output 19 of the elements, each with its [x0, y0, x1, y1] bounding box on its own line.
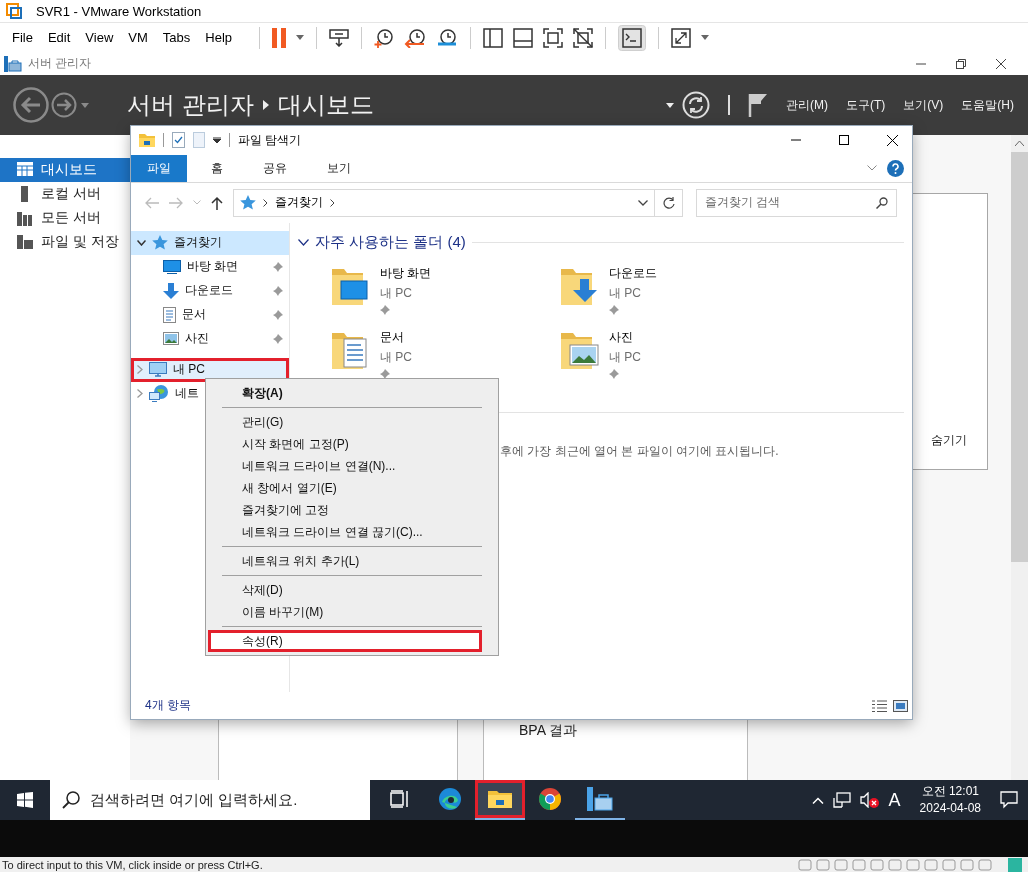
clock-date: 2024-04-08 — [919, 800, 981, 817]
folder-location: 내 PC — [380, 348, 412, 366]
empty-recent-message: 후에 가장 최근에 열어 본 파일이 여기에 표시됩니다. — [500, 442, 779, 460]
folder-location: 내 PC — [609, 284, 642, 302]
folder-name: 바탕 화면 — [380, 264, 432, 282]
folder-location: 내 PC — [380, 284, 413, 302]
folder-location: 내 PC — [609, 348, 641, 366]
status-text: To direct input to this VM, click inside or press Ctrl+G. — [2, 858, 263, 871]
window-title: SVR1 - VMware Workstation — [36, 3, 202, 19]
tile-title: BPA 결과 — [519, 722, 578, 738]
window-title: 파일 탐색기 — [238, 131, 302, 149]
item-count: 4개 항목 — [145, 697, 191, 714]
folder-name: 다운로드 — [609, 264, 657, 282]
folder-name: 문서 — [380, 328, 405, 346]
window-title: 서버 관리자 — [28, 55, 92, 72]
folder-name: 사진 — [609, 328, 634, 346]
breadcrumb-item: 대시보드 — [277, 90, 374, 120]
clock-time: 오전 12:01 — [921, 783, 979, 800]
breadcrumb-item: 서버 관리자 — [127, 90, 254, 120]
